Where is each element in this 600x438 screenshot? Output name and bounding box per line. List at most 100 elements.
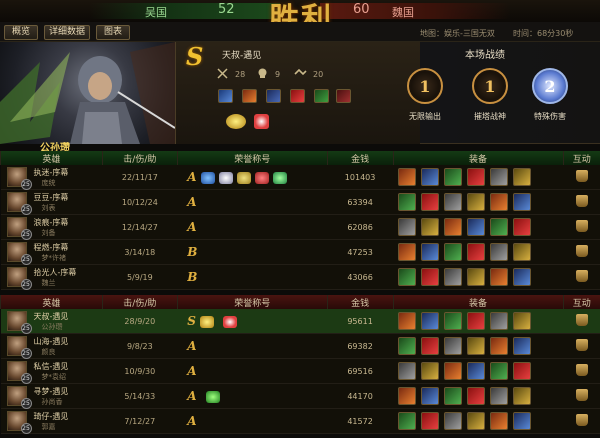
- equipment-item-icon[interactable]: [421, 168, 440, 186]
- equipment-item-icon[interactable]: [398, 243, 417, 261]
- skill-icon-5: [314, 89, 329, 103]
- equipment-item-icon[interactable]: [490, 362, 509, 380]
- equipment-item-icon[interactable]: [467, 268, 486, 286]
- player-name[interactable]: 程燃-序幕: [34, 242, 69, 253]
- player-kda: 7/12/27: [102, 408, 178, 434]
- equipment-item-icon[interactable]: [490, 412, 509, 430]
- hero-kills: 28: [235, 70, 246, 79]
- equipment-item-icon[interactable]: [467, 362, 486, 380]
- interact-gift-icon[interactable]: [575, 195, 588, 207]
- player-name[interactable]: 拾光人-序幕: [34, 267, 77, 278]
- player-name[interactable]: 浪痕-序幕: [34, 217, 69, 228]
- equipment-item-icon[interactable]: [444, 243, 463, 261]
- equipment-item-icon[interactable]: [513, 193, 532, 211]
- interact-gift-icon[interactable]: [575, 220, 588, 232]
- equipment-item-icon[interactable]: [490, 218, 509, 236]
- skill-icon-4: [290, 89, 305, 103]
- equipment-item-icon[interactable]: [421, 387, 440, 405]
- player-name[interactable]: 琦仔-遇见: [34, 411, 69, 422]
- hero-name: 颜良: [41, 348, 56, 356]
- equipment-item-icon[interactable]: [490, 168, 509, 186]
- equipment-item-icon[interactable]: [467, 387, 486, 405]
- equipment-item-icon[interactable]: [513, 168, 532, 186]
- tab-chart[interactable]: 图表: [96, 25, 130, 40]
- equipment-item-icon[interactable]: [444, 337, 463, 355]
- equipment-item-icon[interactable]: [421, 193, 440, 211]
- equipment-item-icon[interactable]: [444, 268, 463, 286]
- equipment-item-icon[interactable]: [421, 243, 440, 261]
- equipment-item-icon[interactable]: [490, 337, 509, 355]
- interact-gift-icon[interactable]: [575, 364, 588, 376]
- equipment-item-icon[interactable]: [490, 193, 509, 211]
- equipment-item-icon[interactable]: [490, 387, 509, 405]
- equipment-item-icon[interactable]: [421, 268, 440, 286]
- equipment-item-icon[interactable]: [513, 412, 532, 430]
- equipment-item-icon[interactable]: [398, 337, 417, 355]
- equipment-item-icon[interactable]: [398, 362, 417, 380]
- equipment-item-icon[interactable]: [398, 193, 417, 211]
- team-right-score: 60: [353, 2, 370, 17]
- equipment-item-icon[interactable]: [444, 193, 463, 211]
- equipment-item-icon[interactable]: [444, 168, 463, 186]
- equipment-item-icon[interactable]: [444, 312, 463, 330]
- medal-tower-destroyer: 1 摧塔战神: [460, 68, 520, 122]
- player-name[interactable]: 天叔-遇见: [34, 311, 69, 322]
- equipment-item-icon[interactable]: [421, 312, 440, 330]
- equipment-item-icon[interactable]: [467, 412, 486, 430]
- scoreboard-bar: 吴国 52 胜利 60 魏国: [0, 0, 600, 37]
- honor-icon: [236, 172, 251, 185]
- equipment-item-icon[interactable]: [513, 312, 532, 330]
- equipment-item-icon[interactable]: [444, 218, 463, 236]
- equipment-item-icon[interactable]: [444, 387, 463, 405]
- equipment-item-icon[interactable]: [513, 218, 532, 236]
- hero-name: 梦*袁绍: [41, 373, 67, 381]
- tab-overview[interactable]: 概览: [4, 25, 38, 40]
- interact-gift-icon[interactable]: [575, 414, 588, 426]
- interact-gift-icon[interactable]: [575, 245, 588, 257]
- equipment-item-icon[interactable]: [513, 268, 532, 286]
- equipment-item-icon[interactable]: [398, 268, 417, 286]
- equipment-item-icon[interactable]: [513, 243, 532, 261]
- col-kda: 击/伤/助: [101, 151, 178, 165]
- equipment-item-icon[interactable]: [467, 193, 486, 211]
- interact-gift-icon[interactable]: [575, 314, 588, 326]
- skill-icon-3: [266, 89, 281, 103]
- player-name[interactable]: 寻梦-遇见: [34, 386, 69, 397]
- equipment-item-icon[interactable]: [398, 168, 417, 186]
- equipment-item-icon[interactable]: [513, 362, 532, 380]
- player-name[interactable]: 执迷-序幕: [34, 167, 69, 178]
- equipment-item-icon[interactable]: [467, 168, 486, 186]
- interact-gift-icon[interactable]: [575, 339, 588, 351]
- equipment-item-icon[interactable]: [513, 337, 532, 355]
- player-name[interactable]: 山海-遇见: [34, 336, 69, 347]
- equipment-item-icon[interactable]: [421, 337, 440, 355]
- equipment-item-icon[interactable]: [467, 243, 486, 261]
- tab-bar: 概览 详细数据 图表 地图：娱乐-三国无双 时间：68分30秒: [0, 22, 600, 42]
- equipment-item-icon[interactable]: [490, 268, 509, 286]
- hero-deaths: 9: [275, 70, 281, 79]
- interact-gift-icon[interactable]: [575, 170, 588, 182]
- equipment-item-icon[interactable]: [490, 243, 509, 261]
- equipment-item-icon[interactable]: [398, 412, 417, 430]
- interact-gift-icon[interactable]: [575, 270, 588, 282]
- equipment-item-icon[interactable]: [444, 412, 463, 430]
- player-name[interactable]: 私信-遇见: [34, 361, 69, 372]
- player-grade: A: [187, 414, 197, 428]
- equipment-item-icon[interactable]: [398, 218, 417, 236]
- col-hero: 英雄: [0, 295, 103, 309]
- equipment-item-icon[interactable]: [444, 362, 463, 380]
- equipment-item-icon[interactable]: [421, 362, 440, 380]
- equipment-item-icon[interactable]: [490, 312, 509, 330]
- equipment-item-icon[interactable]: [467, 312, 486, 330]
- equipment-item-icon[interactable]: [398, 312, 417, 330]
- equipment-item-icon[interactable]: [421, 218, 440, 236]
- equipment-item-icon[interactable]: [421, 412, 440, 430]
- interact-gift-icon[interactable]: [575, 389, 588, 401]
- equipment-item-icon[interactable]: [467, 337, 486, 355]
- equipment-item-icon[interactable]: [513, 387, 532, 405]
- tab-detailed-data[interactable]: 详细数据: [44, 25, 90, 40]
- level-badge: 25: [20, 229, 32, 240]
- equipment-item-icon[interactable]: [398, 387, 417, 405]
- equipment-item-icon[interactable]: [467, 218, 486, 236]
- player-name[interactable]: 豆豆-序幕: [34, 192, 69, 203]
